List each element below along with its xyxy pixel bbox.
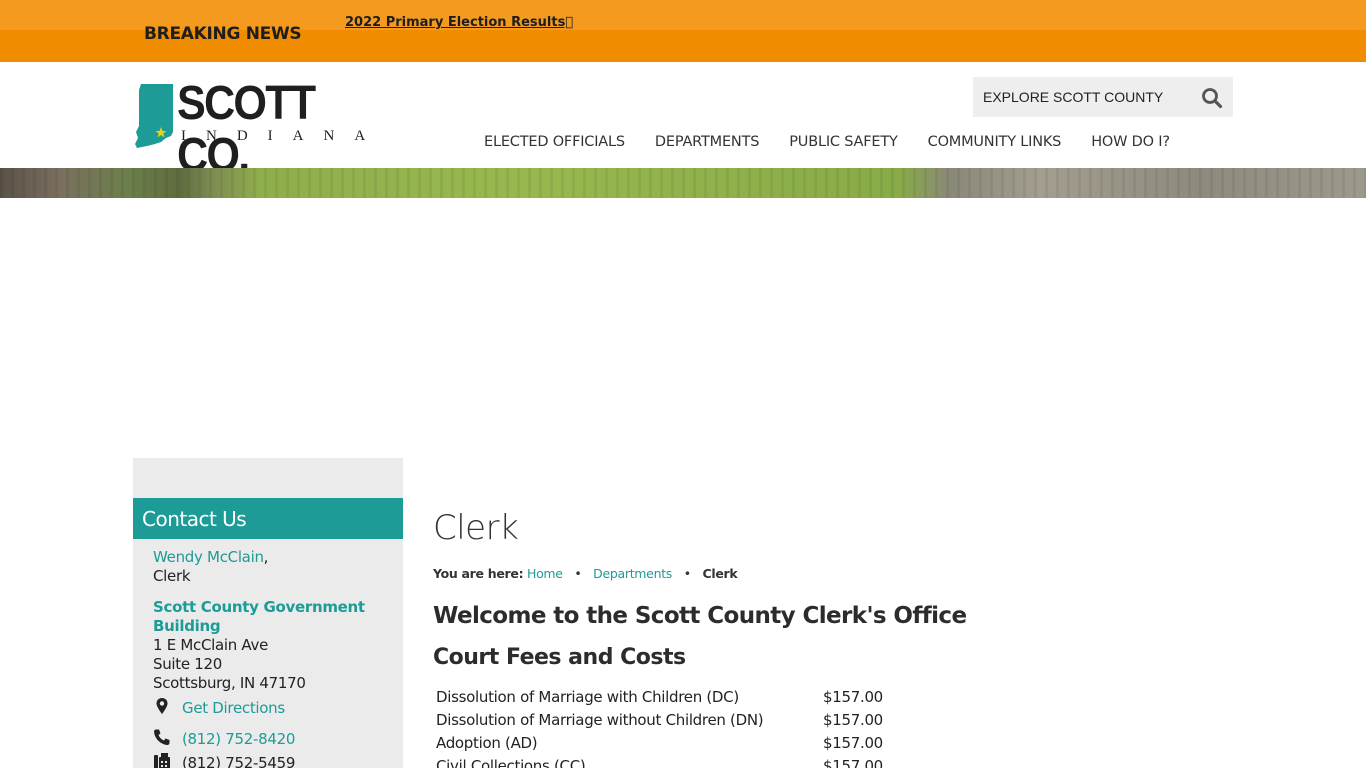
breaking-news-headline-link[interactable]: 2022 Primary Election Results (345, 15, 573, 30)
contact-person-comma: , (263, 548, 269, 566)
search-icon[interactable] (1201, 87, 1223, 109)
welcome-heading: Welcome to the Scott County Clerk's Offi… (433, 603, 967, 629)
search-box (973, 77, 1233, 117)
breadcrumb-separator: • (683, 566, 691, 581)
fees-heading: Court Fees and Costs (433, 645, 686, 670)
table-row: Civil Collections (CC) $157.00 (436, 757, 896, 768)
nav-how-do-i[interactable]: HOW DO I? (1091, 134, 1170, 150)
map-pin-icon (156, 698, 168, 714)
contact-title: Contact Us (142, 507, 247, 531)
address-line-1: 1 E McClain Ave (153, 636, 269, 654)
fee-amount: $157.00 (823, 734, 883, 752)
nav-elected-officials[interactable]: ELECTED OFFICIALS (484, 134, 625, 150)
fee-name: Dissolution of Marriage without Children… (436, 711, 764, 729)
breadcrumb-current: Clerk (702, 566, 738, 581)
breaking-news-label: BREAKING NEWS (144, 24, 302, 44)
breadcrumb: You are here: Home • Departments • Clerk (433, 566, 738, 581)
address-line-3: Scottsburg, IN 47170 (153, 674, 306, 692)
fee-amount: $157.00 (823, 757, 883, 768)
breadcrumb-separator: • (574, 566, 582, 581)
fee-name: Dissolution of Marriage with Children (D… (436, 688, 739, 706)
table-row: Adoption (AD) $157.00 (436, 734, 896, 757)
page-title: Clerk (433, 508, 519, 548)
contact-person-link[interactable]: Wendy McClain (153, 548, 264, 566)
fee-name: Civil Collections (CC) (436, 757, 586, 768)
main-nav: ELECTED OFFICIALS DEPARTMENTS PUBLIC SAF… (484, 134, 1170, 150)
contact-sidebar: Contact Us Wendy McClain, Clerk Scott Co… (133, 458, 403, 768)
building-name: Scott County Government Building (153, 598, 365, 635)
nav-community-links[interactable]: COMMUNITY LINKS (928, 134, 1062, 150)
search-input[interactable] (973, 77, 1193, 117)
breadcrumb-lead: You are here: (433, 566, 524, 581)
contact-header: Contact Us (133, 498, 403, 539)
site-logo[interactable]: SCOTT CO. INDIANA (133, 78, 373, 182)
nav-departments[interactable]: DEPARTMENTS (655, 134, 760, 150)
indiana-state-icon (135, 84, 173, 148)
fax-icon (154, 753, 170, 768)
breadcrumb-departments-link[interactable]: Departments (593, 566, 672, 581)
fee-name: Adoption (AD) (436, 734, 538, 752)
table-row: Dissolution of Marriage with Children (D… (436, 688, 896, 711)
header-banner-image (0, 168, 1366, 198)
contact-person: Wendy McClain, (153, 548, 268, 567)
breaking-news-bar: BREAKING NEWS 2022 Primary Election Resu… (0, 0, 1366, 62)
phone-link[interactable]: (812) 752-8420 (182, 730, 295, 748)
fee-amount: $157.00 (823, 711, 883, 729)
breadcrumb-home-link[interactable]: Home (527, 566, 563, 581)
table-row: Dissolution of Marriage without Children… (436, 711, 896, 734)
nav-public-safety[interactable]: PUBLIC SAFETY (789, 134, 898, 150)
fee-amount: $157.00 (823, 688, 883, 706)
phone-icon (154, 729, 170, 745)
address-line-2: Suite 120 (153, 655, 223, 673)
contact-role: Clerk (153, 567, 191, 585)
logo-subtext: INDIANA (181, 128, 386, 144)
fee-table: Dissolution of Marriage with Children (D… (436, 688, 896, 768)
fax-number: (812) 752-5459 (182, 754, 296, 768)
site-header: SCOTT CO. INDIANA ELECTED OFFICIALS DEPA… (0, 62, 1366, 182)
get-directions-link[interactable]: Get Directions (182, 699, 285, 717)
